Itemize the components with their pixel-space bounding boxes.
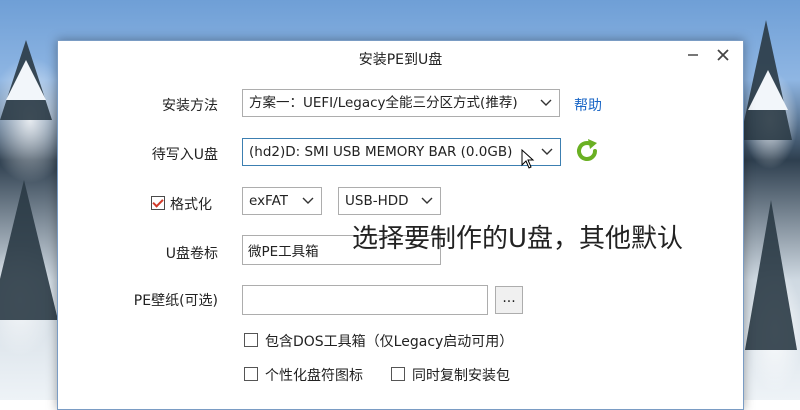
background-snow xyxy=(748,70,788,110)
title-bar[interactable]: 安装PE到U盘 xyxy=(58,41,743,75)
filesystem-select[interactable]: exFAT xyxy=(242,187,322,215)
target-drive-label: 待写入U盘 xyxy=(151,147,218,163)
browse-button[interactable]: ... xyxy=(495,286,523,314)
dialog-title: 安装PE到U盘 xyxy=(358,52,443,68)
format-checkbox[interactable] xyxy=(151,196,165,210)
boot-mode-value: USB-HDD xyxy=(345,193,409,209)
chevron-down-icon xyxy=(301,188,315,214)
mouse-cursor-icon xyxy=(521,149,535,169)
background-snow xyxy=(6,60,46,100)
chevron-down-icon xyxy=(540,139,554,165)
dos-toolbox-checkbox[interactable] xyxy=(244,333,258,347)
dos-toolbox-label: 包含DOS工具箱（仅Legacy启动可用） xyxy=(265,334,514,350)
background-tree xyxy=(745,200,797,350)
target-drive-value: (hd2)D: SMI USB MEMORY BAR (0.0GB) xyxy=(249,144,513,160)
wallpaper-label: PE壁纸(可选) xyxy=(133,293,218,309)
custom-drive-icon-label: 个性化盘符图标 xyxy=(265,368,363,384)
filesystem-value: exFAT xyxy=(249,193,289,209)
target-drive-select[interactable]: (hd2)D: SMI USB MEMORY BAR (0.0GB) xyxy=(242,138,561,166)
chevron-down-icon xyxy=(539,90,553,116)
volume-label-label: U盘卷标 xyxy=(165,246,218,262)
background-tree xyxy=(0,180,58,320)
install-method-select[interactable]: 方案一：UEFI/Legacy全能三分区方式(推荐) xyxy=(242,89,560,117)
instruction-caption: 选择要制作的U盘，其他默认 xyxy=(352,224,684,254)
chevron-down-icon xyxy=(420,188,434,214)
refresh-icon[interactable] xyxy=(573,137,601,165)
format-label: 格式化 xyxy=(170,197,212,213)
custom-drive-icon-checkbox[interactable] xyxy=(244,367,258,381)
install-method-label: 安装方法 xyxy=(162,98,218,114)
copy-installer-label: 同时复制安装包 xyxy=(412,368,510,384)
help-link[interactable]: 帮助 xyxy=(574,95,602,115)
boot-mode-select[interactable]: USB-HDD xyxy=(338,187,441,215)
wallpaper-path-input[interactable] xyxy=(242,285,488,315)
close-icon[interactable] xyxy=(713,47,733,67)
copy-installer-checkbox[interactable] xyxy=(391,367,405,381)
install-method-value: 方案一：UEFI/Legacy全能三分区方式(推荐) xyxy=(249,95,518,111)
minimize-icon[interactable] xyxy=(683,47,703,67)
